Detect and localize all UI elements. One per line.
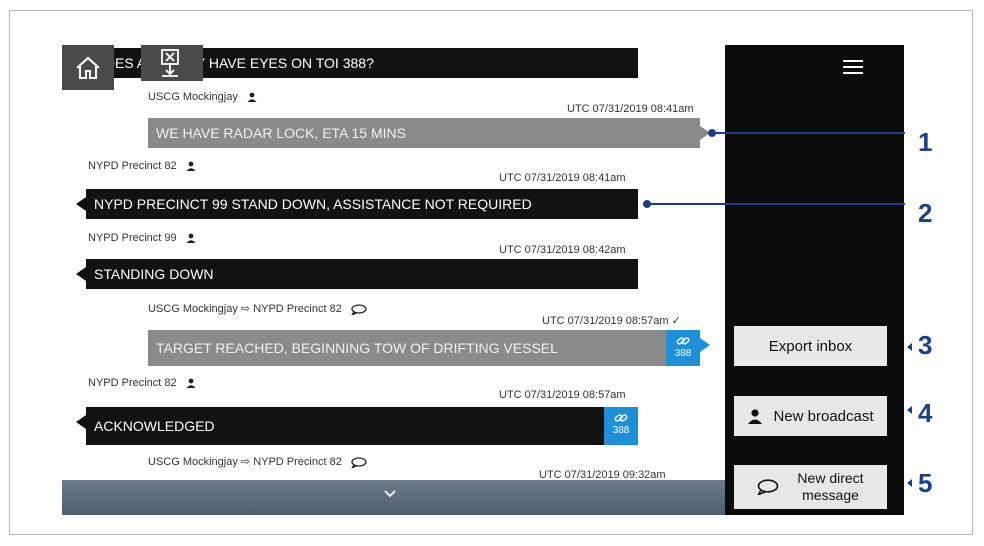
user-icon bbox=[247, 92, 257, 103]
link-badge-label: 388 bbox=[612, 425, 630, 436]
message-timestamp: UTC 07/31/2019 08:41am bbox=[499, 172, 626, 184]
message-text: WE HAVE RADAR LOCK, ETA 15 MINS bbox=[156, 125, 406, 141]
callout-2-line bbox=[647, 203, 905, 205]
waypoint-link-badge[interactable]: 388 bbox=[604, 407, 638, 445]
message-timestamp: UTC 07/31/2019 08:42am bbox=[499, 244, 626, 256]
message-bubble[interactable]: NYPD PRECINCT 99 STAND DOWN, ASSISTANCE … bbox=[76, 189, 638, 219]
message-text: STANDING DOWN bbox=[94, 266, 214, 282]
callout-5-pointer bbox=[907, 479, 912, 487]
waypoint-link-badge[interactable]: 388 bbox=[666, 330, 700, 366]
mfd-screen: DOES ANYBODY HAVE EYES ON TOI 388? USCG … bbox=[62, 45, 904, 515]
user-icon bbox=[186, 233, 196, 244]
message-text: NYPD PRECINCT 99 STAND DOWN, ASSISTANCE … bbox=[94, 196, 532, 212]
callout-1-number: 1 bbox=[918, 127, 933, 157]
chat-bubble-icon bbox=[351, 303, 367, 315]
new-broadcast-label: New broadcast bbox=[773, 407, 874, 425]
scroll-down-bar[interactable] bbox=[62, 480, 725, 515]
new-direct-label-line2: message bbox=[802, 487, 859, 503]
export-inbox-label: Export inbox bbox=[768, 337, 853, 355]
chat-bubble-icon bbox=[757, 479, 779, 495]
message-text: DOES ANYBODY HAVE EYES ON TOI 388? bbox=[94, 55, 374, 71]
link-icon bbox=[676, 337, 690, 345]
message-sender: USCG Mockingjay ⇨ NYPD Precinct 82 bbox=[148, 455, 367, 468]
message-bubble[interactable]: TARGET REACHED, BEGINNING TOW OF DRIFTIN… bbox=[148, 330, 710, 366]
callout-2-number: 2 bbox=[918, 198, 933, 228]
home-button[interactable] bbox=[62, 45, 114, 90]
callout-1-line bbox=[712, 132, 905, 134]
export-button[interactable] bbox=[141, 45, 203, 81]
export-inbox-button[interactable]: Export inbox bbox=[734, 326, 887, 366]
message-sender: NYPD Precinct 82 bbox=[88, 160, 196, 172]
message-text: ACKNOWLEDGED bbox=[94, 418, 215, 434]
callout-3-pointer bbox=[907, 343, 912, 351]
menu-icon[interactable] bbox=[843, 60, 863, 76]
callout-4-pointer bbox=[907, 406, 912, 414]
message-sender: NYPD Precinct 82 bbox=[88, 377, 196, 389]
new-direct-message-button[interactable]: New direct message bbox=[734, 465, 887, 509]
message-bubble[interactable]: STANDING DOWN bbox=[76, 259, 638, 289]
new-direct-label-line1: New direct bbox=[797, 470, 864, 486]
link-icon bbox=[614, 414, 628, 422]
message-text: TARGET REACHED, BEGINNING TOW OF DRIFTIN… bbox=[156, 340, 558, 356]
message-timestamp: UTC 07/31/2019 08:57am ✓ bbox=[542, 315, 681, 327]
user-icon bbox=[186, 378, 196, 389]
callout-5-number: 5 bbox=[918, 468, 933, 498]
chevron-down-icon bbox=[384, 490, 396, 498]
message-sender: NYPD Precinct 99 bbox=[88, 232, 196, 244]
action-sidebar: Export inbox New broadcast New direct me… bbox=[725, 45, 904, 515]
message-bubble[interactable]: WE HAVE RADAR LOCK, ETA 15 MINS bbox=[148, 118, 710, 148]
callout-4-number: 4 bbox=[918, 398, 933, 428]
message-list[interactable]: DOES ANYBODY HAVE EYES ON TOI 388? USCG … bbox=[62, 45, 725, 515]
user-icon bbox=[186, 161, 196, 172]
chat-bubble-icon bbox=[351, 456, 367, 468]
message-sender: USCG Mockingjay ⇨ NYPD Precinct 82 bbox=[148, 302, 367, 315]
user-icon bbox=[748, 409, 763, 424]
export-icon bbox=[161, 49, 179, 77]
callout-3-number: 3 bbox=[918, 330, 933, 360]
new-broadcast-button[interactable]: New broadcast bbox=[734, 396, 887, 436]
message-timestamp: UTC 07/31/2019 08:41am bbox=[567, 103, 694, 115]
home-icon bbox=[76, 56, 100, 79]
message-timestamp: UTC 07/31/2019 08:57am bbox=[499, 389, 626, 401]
message-bubble[interactable]: ACKNOWLEDGED 388 bbox=[76, 407, 638, 445]
message-sender: USCG Mockingjay bbox=[148, 91, 257, 103]
link-badge-label: 388 bbox=[674, 348, 692, 359]
